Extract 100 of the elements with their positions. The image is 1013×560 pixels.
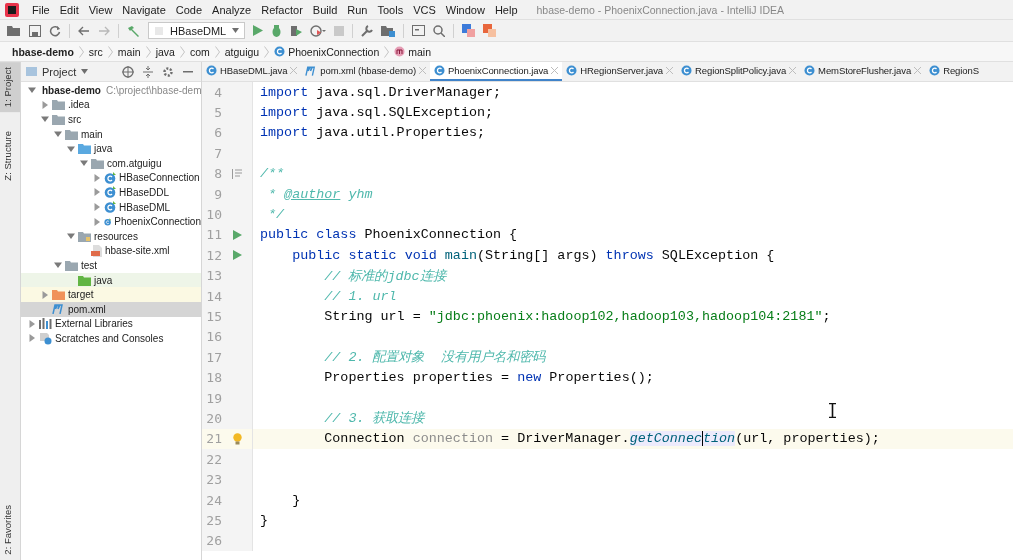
expand-arrow-icon[interactable] — [93, 203, 101, 212]
expand-arrow-icon[interactable] — [93, 188, 101, 197]
menu-item[interactable]: Navigate — [117, 3, 171, 16]
expand-arrow-icon[interactable] — [41, 290, 49, 299]
run-icon[interactable] — [232, 229, 242, 240]
tree-item[interactable]: hbase-demo — [42, 84, 101, 96]
translate-icon[interactable] — [462, 24, 476, 37]
code-line: * @author yhm — [267, 186, 373, 202]
menu-item[interactable]: Refactor — [256, 3, 308, 16]
tree-item[interactable]: test — [81, 259, 98, 271]
bug-icon[interactable] — [271, 24, 283, 37]
expand-arrow-icon[interactable] — [41, 100, 49, 109]
run-config-dropdown[interactable]: HBaseDML — [148, 22, 246, 39]
tree-item[interactable]: HBaseConnection — [119, 172, 200, 184]
menu-item[interactable]: Run — [342, 3, 373, 16]
close-icon[interactable] — [914, 67, 922, 74]
menu-item[interactable]: VCS — [408, 3, 441, 16]
editor-tab[interactable]: PhoenixConnection.java — [430, 62, 563, 81]
caret-icon — [232, 28, 240, 33]
translate-icon[interactable] — [483, 24, 497, 37]
forward-arrow-icon[interactable] — [98, 25, 110, 36]
breadcrumb-item[interactable]: hbase-demo — [12, 45, 74, 58]
expand-arrow-icon[interactable] — [54, 261, 62, 270]
class-icon — [929, 65, 941, 76]
tree-item[interactable]: PhoenixConnection — [114, 216, 201, 228]
tree-item[interactable]: com.atguigu — [107, 157, 162, 169]
breadcrumb-item[interactable]: main — [394, 45, 432, 58]
run-icon[interactable] — [232, 250, 242, 261]
lightbulb-icon[interactable] — [232, 432, 242, 445]
expand-arrow-icon[interactable] — [28, 334, 36, 343]
menu-item[interactable]: Code — [170, 3, 208, 16]
tree-item[interactable]: hbase-site.xml — [105, 245, 170, 257]
collapse-icon[interactable] — [143, 65, 153, 78]
tree-item[interactable]: resources — [94, 230, 138, 242]
close-icon[interactable] — [551, 67, 559, 74]
hammer-icon[interactable] — [127, 24, 140, 37]
tree-item[interactable]: pom.xml — [68, 303, 106, 315]
minimize-icon[interactable] — [183, 70, 193, 73]
tree-item[interactable]: Scratches and Consoles — [55, 332, 164, 344]
tool-window-tab[interactable]: Z: Structure — [0, 126, 20, 186]
expand-arrow-icon[interactable] — [67, 232, 75, 241]
breadcrumb-item[interactable]: com — [189, 45, 210, 58]
expand-arrow-icon[interactable] — [93, 173, 101, 182]
search-icon[interactable] — [433, 24, 446, 37]
menu-item[interactable]: Analyze — [207, 3, 257, 16]
open-folder-icon[interactable] — [7, 24, 21, 37]
tree-item[interactable]: java — [94, 143, 113, 155]
close-icon[interactable] — [666, 67, 673, 74]
menu-item[interactable]: Tools — [372, 3, 409, 16]
breadcrumb-item[interactable]: src — [88, 45, 103, 58]
menu-item[interactable]: File — [27, 3, 55, 16]
expand-arrow-icon[interactable] — [28, 86, 36, 95]
breadcrumb-item[interactable]: main — [117, 45, 141, 58]
expand-arrow-icon[interactable] — [80, 159, 88, 168]
maven-icon — [305, 65, 318, 76]
folder-icon — [78, 230, 91, 242]
tree-item[interactable]: java — [94, 274, 113, 286]
sync-icon[interactable] — [49, 24, 61, 37]
expand-arrow-icon[interactable] — [93, 217, 101, 226]
tree-item[interactable]: External Libraries — [55, 318, 133, 330]
expand-arrow-icon[interactable] — [41, 115, 49, 124]
class-icon — [566, 65, 578, 76]
expand-arrow-icon[interactable] — [54, 130, 62, 139]
tree-item[interactable]: HBaseDML — [119, 201, 171, 213]
tool-window-tab[interactable]: 1: Project — [0, 62, 20, 113]
settings-icon[interactable] — [162, 65, 174, 78]
tree-item[interactable]: src — [68, 114, 82, 125]
back-arrow-icon[interactable] — [78, 25, 90, 36]
expand-arrow-icon[interactable] — [28, 319, 36, 328]
menu-item[interactable]: View — [83, 3, 118, 16]
wrench-icon[interactable] — [361, 24, 374, 37]
breadcrumb-item[interactable]: atguigu — [224, 45, 260, 58]
menu-item[interactable]: Edit — [54, 3, 84, 16]
chevron-icon — [107, 45, 113, 58]
save-icon[interactable] — [29, 24, 41, 37]
doc-render-icon[interactable] — [232, 168, 242, 179]
tool-window-tab[interactable]: 2: Favorites — [0, 500, 20, 560]
close-icon[interactable] — [290, 67, 298, 74]
line-number: 23 — [205, 472, 222, 488]
tree-item[interactable]: main — [81, 128, 103, 140]
menu-item[interactable]: Window — [440, 3, 490, 16]
coverage-icon[interactable] — [290, 24, 303, 37]
tree-item[interactable]: target — [68, 289, 94, 301]
profiler-icon[interactable] — [310, 24, 327, 37]
menu-item[interactable]: Help — [489, 3, 523, 16]
tree-item[interactable]: .idea — [68, 99, 90, 111]
close-icon[interactable] — [419, 67, 427, 74]
project-structure-icon[interactable] — [381, 24, 396, 37]
expand-arrow-icon[interactable] — [67, 144, 75, 153]
tree-item[interactable]: HBaseDDL — [119, 186, 170, 198]
breadcrumb-item[interactable]: java — [155, 45, 175, 58]
run-icon[interactable] — [253, 25, 264, 36]
chevron-icon — [145, 45, 151, 58]
close-icon[interactable] — [789, 67, 797, 74]
line-number: 15 — [205, 309, 222, 324]
code-line: } — [291, 492, 301, 508]
breadcrumb-item[interactable]: PhoenixConnection — [274, 45, 380, 58]
locate-icon[interactable] — [122, 65, 134, 78]
menu-item[interactable]: Build — [307, 3, 343, 16]
window-icon[interactable] — [412, 25, 426, 36]
